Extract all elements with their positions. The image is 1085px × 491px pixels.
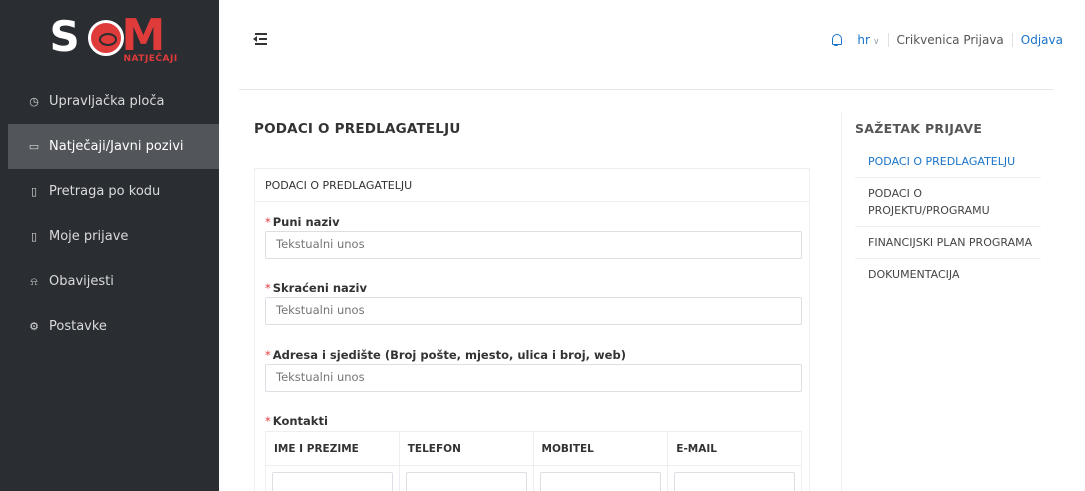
logout-link[interactable]: Odjava: [1013, 33, 1063, 47]
contact-phone-input[interactable]: [405, 472, 527, 491]
column-header: E-MAIL: [667, 431, 802, 466]
language-select[interactable]: hr ∨: [857, 33, 887, 47]
gauge-icon: ◷: [29, 95, 39, 108]
contact-email-input[interactable]: [674, 472, 795, 491]
field-label-address: * Adresa i sjedište (Broj pošte, mjesto, …: [265, 348, 626, 362]
sidebar-item-label: Postavke: [49, 319, 107, 334]
application-summary: SAŽETAK PRIJAVE PODACI O PREDLAGATELJU P…: [841, 112, 1054, 491]
chevron-down-icon: ∨: [872, 37, 880, 47]
sidebar-item-label: Pretraga po kodu: [49, 184, 161, 199]
sidebar-item-notifications[interactable]: ⍾ Obavijesti: [0, 259, 219, 304]
fish-logo-icon: [87, 19, 124, 56]
top-bar: hr ∨ Crikvenica Prijava Odjava: [219, 0, 1085, 74]
logo-tagline: NATJEČAJI: [123, 53, 178, 64]
logo[interactable]: S M NATJEČAJI: [0, 0, 219, 79]
field-label-full-name: * Puni naziv: [265, 215, 340, 229]
gear-icon: ⚙: [29, 320, 39, 333]
full-name-input[interactable]: [265, 231, 802, 259]
top-right-controls: hr ∨ Crikvenica Prijava Odjava: [831, 33, 1063, 47]
sidebar-item-tenders[interactable]: ▭ Natječaji/Javni pozivi: [8, 124, 219, 169]
field-label-short-name: * Skraćeni naziv: [265, 281, 367, 295]
page-title: PODACI O PREDLAGATELJU: [254, 121, 461, 137]
address-input[interactable]: [265, 364, 802, 392]
user-name: Crikvenica Prijava: [896, 33, 1004, 47]
contacts-table: IME I PREZIME TELEFON MOBITEL E-MAIL: [265, 431, 802, 491]
sidebar-item-label: Moje prijave: [49, 229, 129, 244]
sidebar-nav: ◷ Upravljačka ploča ▭ Natječaji/Javni po…: [0, 79, 219, 349]
document-icon: ▯: [30, 185, 38, 198]
summary-title: SAŽETAK PRIJAVE: [855, 121, 983, 136]
sidebar-item-my-applications[interactable]: ▯ Moje prijave: [0, 214, 219, 259]
sidebar: S M NATJEČAJI ◷ Upravljačka ploča ▭ Natj…: [0, 0, 219, 491]
column-header: TELEFON: [399, 431, 534, 466]
contact-name-input[interactable]: [272, 472, 393, 491]
field-label-contacts: * Kontakti: [265, 414, 328, 428]
sidebar-item-label: Obavijesti: [49, 274, 114, 289]
summary-item-proposer[interactable]: PODACI O PREDLAGATELJU: [855, 146, 1041, 178]
divider: [239, 89, 1054, 90]
sidebar-item-label: Natječaji/Javni pozivi: [49, 139, 184, 154]
short-name-input[interactable]: [265, 297, 802, 325]
card-title: PODACI O PREDLAGATELJU: [255, 169, 809, 202]
summary-item-financial-plan[interactable]: FINANCIJSKI PLAN PROGRAMA: [855, 227, 1041, 259]
summary-list: PODACI O PREDLAGATELJU PODACI O PROJEKTU…: [855, 146, 1041, 290]
column-header: MOBITEL: [533, 431, 669, 466]
form-card: PODACI O PREDLAGATELJU *Puni naziv *Skra…: [254, 168, 810, 491]
column-header: IME I PREZIME: [265, 431, 400, 466]
sidebar-item-search-by-code[interactable]: ▯ Pretraga po kodu: [0, 169, 219, 214]
sidebar-item-dashboard[interactable]: ◷ Upravljačka ploča: [0, 79, 219, 124]
sidebar-item-label: Upravljačka ploča: [49, 94, 165, 109]
menu-collapse-icon[interactable]: [253, 33, 267, 45]
summary-item-project[interactable]: PODACI O PROJEKTU/PROGRAMU: [855, 178, 1041, 227]
document-icon: ▯: [30, 230, 38, 243]
bell-icon: ⍾: [30, 274, 38, 288]
sidebar-item-settings[interactable]: ⚙ Postavke: [0, 304, 219, 349]
folder-open-icon: ▭: [28, 140, 40, 153]
summary-item-documentation[interactable]: DOKUMENTACIJA: [855, 259, 1041, 290]
bell-icon[interactable]: [831, 34, 843, 46]
table-row: [265, 465, 802, 491]
contact-mobile-input[interactable]: [539, 472, 662, 491]
